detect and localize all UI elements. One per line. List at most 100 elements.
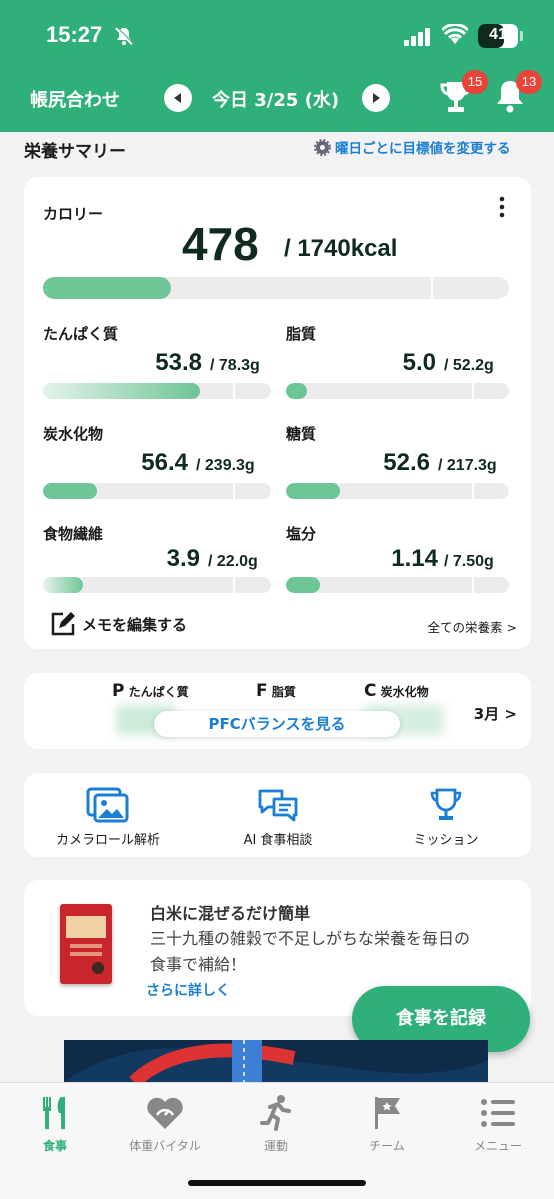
view-pfc-button[interactable]: PFCバランスを見る bbox=[154, 711, 400, 737]
nutrient-name: 炭水化物 bbox=[43, 425, 104, 443]
nutrient-bar-tick bbox=[472, 577, 474, 593]
nutrient-bar-fill bbox=[286, 383, 308, 399]
nutrient-bar-fill bbox=[286, 577, 320, 593]
tab-weight[interactable]: 体重バイタル bbox=[110, 1093, 220, 1154]
nutrient-value: 52.6 bbox=[383, 449, 430, 476]
all-nutrients-link[interactable]: 全ての栄養素 > bbox=[428, 617, 517, 636]
tab-exercise[interactable]: 運動 bbox=[221, 1093, 331, 1154]
nutrient-bar bbox=[43, 483, 271, 499]
battery-text: 41 bbox=[489, 26, 507, 43]
nutrient-name: 糖質 bbox=[286, 425, 317, 443]
status-bar: 15:27 41 bbox=[0, 20, 554, 56]
nutrient-value: 56.4 bbox=[141, 449, 188, 476]
silent-mode-icon bbox=[114, 26, 134, 50]
mission-label: ミッション bbox=[413, 833, 479, 848]
gear-icon bbox=[314, 138, 331, 156]
ai-consult-button[interactable]: AI 食事相談 bbox=[198, 787, 358, 848]
pfc-protein-text: たんぱく質 bbox=[128, 685, 189, 699]
pfc-carb-letter: C bbox=[364, 681, 377, 701]
list-icon bbox=[481, 1099, 515, 1127]
trophy-button[interactable]: 15 bbox=[438, 70, 488, 114]
nutrient-target: / 22.0g bbox=[208, 553, 258, 570]
calorie-progress-bar bbox=[43, 277, 509, 299]
nutrient-bar-tick bbox=[233, 483, 235, 499]
nutrient-bar bbox=[286, 483, 509, 499]
fork-knife-icon bbox=[43, 1097, 65, 1129]
trophy-icon bbox=[430, 788, 462, 820]
home-indicator bbox=[188, 1180, 366, 1186]
triangle-right-icon bbox=[373, 93, 380, 103]
nutrient-target: / 52.2g bbox=[444, 357, 494, 374]
current-date: 今日 3/25 (水) bbox=[212, 90, 340, 111]
quick-actions-card: カメラロール解析 AI 食事相談 ミッション bbox=[24, 773, 531, 857]
pfc-protein-letter: P bbox=[112, 681, 125, 701]
pfc-balance-card[interactable]: P たんぱく質 F 脂質 C 炭水化物 PFCバランスを見る 3月 > bbox=[24, 673, 531, 749]
change-target-link[interactable]: 曜日ごとに目標値を変更する bbox=[314, 137, 511, 157]
pfc-carb-label: C 炭水化物 bbox=[364, 681, 429, 701]
pfc-carb-text: 炭水化物 bbox=[380, 685, 429, 699]
nutrient-target: / 217.3g bbox=[438, 457, 497, 474]
nutrient-bar bbox=[286, 383, 509, 399]
calorie-target: / 1740kcal bbox=[284, 235, 398, 262]
nutrient-bar bbox=[286, 577, 509, 593]
edit-memo-button[interactable]: メモを編集する bbox=[50, 611, 187, 637]
heart-icon bbox=[147, 1097, 183, 1129]
status-time: 15:27 bbox=[46, 22, 103, 47]
chat-icon bbox=[258, 789, 298, 822]
nutrient-bar-fill bbox=[43, 577, 84, 593]
nutrient-bar-tick bbox=[233, 577, 235, 593]
notification-badge: 13 bbox=[516, 70, 542, 94]
product-image bbox=[60, 904, 112, 984]
nutrient-target: / 7.50g bbox=[444, 553, 494, 570]
nutrient-name: たんぱく質 bbox=[43, 325, 119, 343]
tab-meal[interactable]: 食事 bbox=[0, 1093, 110, 1154]
nutrient-bar bbox=[43, 383, 271, 399]
next-day-button[interactable] bbox=[362, 84, 390, 112]
calorie-label: カロリー bbox=[43, 205, 104, 223]
tab-meal-label: 食事 bbox=[42, 1139, 67, 1153]
pfc-fat-text: 脂質 bbox=[271, 685, 296, 699]
cellular-signal-icon bbox=[404, 28, 432, 50]
nutrient-target: / 239.3g bbox=[196, 457, 255, 474]
edit-memo-label: メモを編集する bbox=[82, 615, 188, 634]
ai-consult-label: AI 食事相談 bbox=[243, 833, 313, 848]
photo-icon bbox=[86, 787, 129, 823]
calorie-bar-tick bbox=[431, 277, 433, 299]
month-link[interactable]: 3月 > bbox=[474, 703, 517, 724]
date-nav: 帳尻合わせ 今日 3/25 (水) 15 13 bbox=[0, 70, 554, 118]
nutrient-bar-fill bbox=[43, 383, 200, 399]
nutrition-summary-card: カロリー 478 / 1740kcal たんぱく質 53.8 / 78.3g 脂… bbox=[24, 177, 531, 649]
promo-banner-image[interactable] bbox=[64, 1040, 488, 1082]
ad-title: 白米に混ぜるだけ簡単 bbox=[150, 904, 311, 923]
nutrient-name: 塩分 bbox=[286, 525, 317, 543]
notification-button[interactable]: 13 bbox=[492, 70, 542, 114]
camera-roll-button[interactable]: カメラロール解析 bbox=[28, 787, 188, 848]
pfc-fat-letter: F bbox=[256, 681, 268, 701]
ad-more-link[interactable]: さらに詳しく bbox=[146, 980, 230, 1000]
more-options-icon[interactable] bbox=[493, 195, 511, 219]
tab-menu[interactable]: メニュー bbox=[443, 1093, 553, 1154]
nutrient-name: 食物繊維 bbox=[43, 525, 104, 543]
pfc-protein-label: P たんぱく質 bbox=[112, 681, 189, 701]
runner-icon bbox=[260, 1095, 291, 1131]
flag-icon bbox=[375, 1097, 400, 1129]
nutrient-bar-fill bbox=[286, 483, 340, 499]
nutrient-bar bbox=[43, 577, 271, 593]
mission-button[interactable]: ミッション bbox=[366, 787, 526, 848]
tab-team[interactable]: チーム bbox=[332, 1093, 442, 1154]
pfc-fat-label: F 脂質 bbox=[256, 681, 296, 701]
nutrient-bar-tick bbox=[233, 383, 235, 399]
ad-body: 三十九種の雑穀で不足しがちな栄養を毎日の食事で補給！ bbox=[150, 929, 471, 974]
nutrient-bar-tick bbox=[472, 483, 474, 499]
prev-day-button[interactable] bbox=[164, 84, 192, 112]
nutrient-bar-tick bbox=[472, 383, 474, 399]
battery-icon: 41 bbox=[478, 24, 518, 48]
nutrient-value: 3.9 bbox=[166, 545, 200, 572]
nutrient-name: 脂質 bbox=[286, 325, 317, 343]
adjust-balance-link[interactable]: 帳尻合わせ bbox=[30, 86, 120, 112]
nutrient-bar-fill bbox=[43, 483, 97, 499]
triangle-left-icon bbox=[174, 93, 181, 103]
nutrient-value: 1.14 bbox=[391, 545, 438, 572]
nutrient-target: / 78.3g bbox=[210, 357, 260, 374]
tab-exercise-label: 運動 bbox=[263, 1139, 288, 1153]
